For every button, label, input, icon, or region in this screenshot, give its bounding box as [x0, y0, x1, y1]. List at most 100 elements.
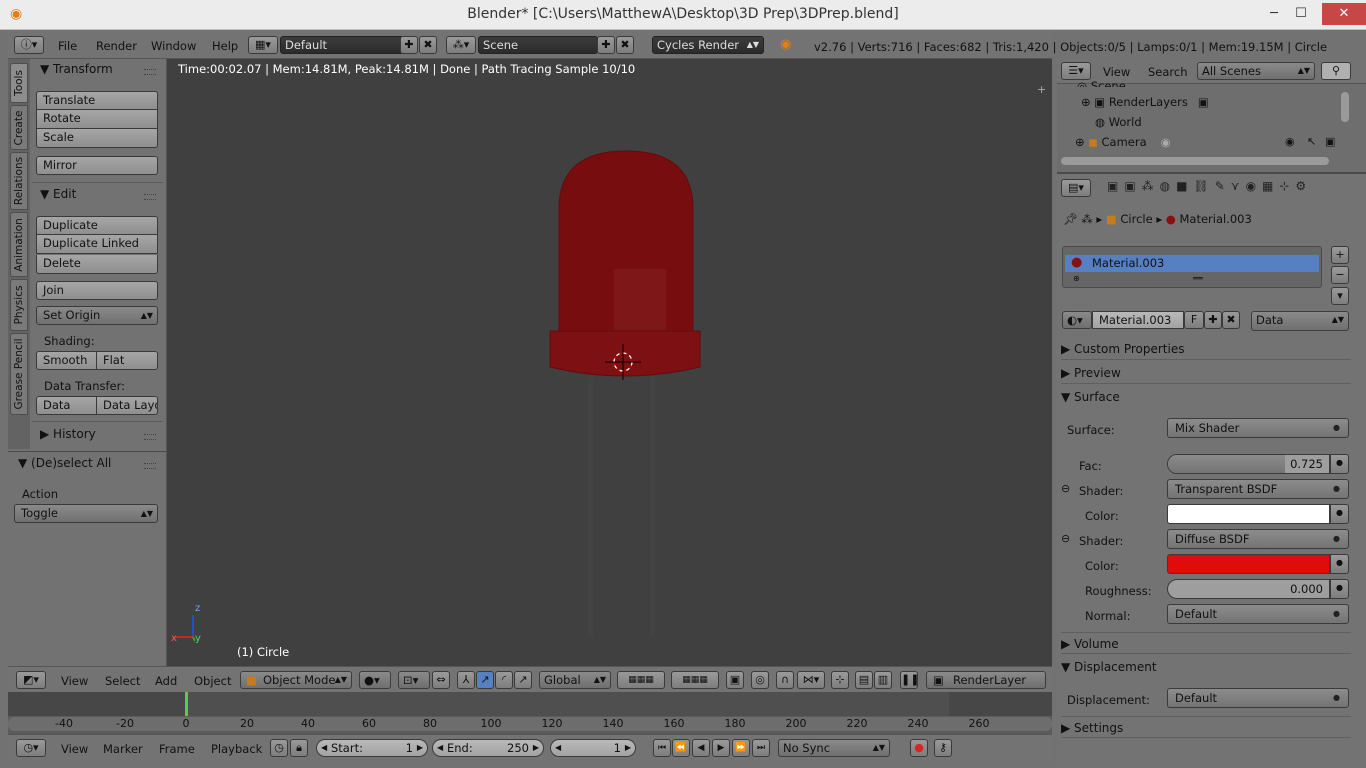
material-slot-row[interactable]: ● Material.003 [1065, 255, 1319, 272]
transform-orientation-dropdown[interactable]: Global ▲▼ [539, 671, 611, 689]
editor-type-button[interactable]: ☰▾ [1061, 62, 1091, 80]
delete-layout-button[interactable]: ✖ [419, 36, 437, 54]
scale-button[interactable]: Scale [36, 129, 158, 148]
current-frame-indicator[interactable] [185, 692, 188, 716]
set-origin-dropdown[interactable]: Set Origin ▲▼ [36, 306, 158, 325]
panel-grip[interactable] [144, 69, 156, 75]
menu-frame[interactable]: Frame [159, 742, 195, 756]
color1-link-button[interactable]: ● [1330, 504, 1349, 524]
list-resize-grip[interactable]: ══ [1193, 274, 1203, 283]
panel-grip[interactable] [144, 194, 156, 200]
visibility-eye-icon[interactable]: ◉ [1285, 135, 1295, 148]
screen-layout-field[interactable]: Default [280, 36, 404, 54]
flat-button[interactable]: Flat [97, 351, 158, 370]
outliner-horizontal-scrollbar[interactable] [1061, 157, 1329, 165]
data-transfer-button[interactable]: Data [36, 396, 97, 415]
tab-animation[interactable]: Animation [10, 212, 28, 277]
layer-lock-button[interactable]: ▣ [726, 671, 744, 689]
scene-layers-row2[interactable]: ▦▦▦ [671, 671, 719, 689]
surface-shader-dropdown[interactable]: Mix Shader ● [1167, 418, 1349, 438]
editor-type-button[interactable]: ◩▾ [16, 671, 46, 689]
new-material-button[interactable]: ✚ [1204, 311, 1222, 329]
outliner-row-scene[interactable]: ◎ Scene [1077, 79, 1126, 87]
manipulator-toggle[interactable]: ⇔ [432, 671, 450, 689]
selectability-cursor-icon[interactable]: ↖ [1307, 135, 1316, 148]
preview-panel-header[interactable]: ▶ Preview [1061, 362, 1351, 384]
menu-playback[interactable]: Playback [211, 742, 262, 756]
play-reverse-button[interactable]: ◀ [692, 739, 710, 757]
keying-set-button[interactable]: ⚷ [934, 739, 952, 757]
menu-marker[interactable]: Marker [103, 742, 143, 756]
remove-material-slot-button[interactable]: − [1331, 266, 1349, 284]
shader2-dropdown[interactable]: Diffuse BSDF ● [1167, 529, 1349, 549]
tab-relations[interactable]: Relations [10, 152, 28, 210]
displacement-panel-header[interactable]: ▼ Displacement [1061, 656, 1351, 678]
color1-swatch[interactable] [1167, 504, 1330, 524]
editor-type-button[interactable]: ◷▾ [16, 739, 46, 757]
frame-start-field[interactable]: ◀ Start: 1 ▶ [316, 739, 428, 757]
minimize-button[interactable]: ─ [1259, 3, 1289, 25]
render-engine-dropdown[interactable]: Cycles Render ▲▼ [652, 36, 764, 54]
scene-layers-row1[interactable]: ▦▦▦ [617, 671, 665, 689]
panel-grip[interactable] [144, 463, 156, 469]
browse-material-button[interactable]: ◐▾ [1062, 311, 1092, 329]
shader1-dropdown[interactable]: Transparent BSDF ● [1167, 479, 1349, 499]
material-name-field[interactable]: Material.003 [1092, 311, 1184, 329]
property-context-tabs[interactable]: ▣▣⁂◍■⛓✎⋎◉▦⊹⚙ [1107, 179, 1312, 193]
smooth-button[interactable]: Smooth [36, 351, 97, 370]
fake-user-button[interactable]: F [1184, 311, 1204, 329]
displacement-dropdown[interactable]: Default ● [1167, 688, 1349, 708]
pin-icon[interactable]: 📌︎ [1063, 212, 1081, 226]
info-editor-type-button[interactable]: ⓘ▾ [14, 36, 44, 54]
deselect-all-panel-header[interactable]: ▼ (De)select All [18, 456, 111, 470]
duplicate-button[interactable]: Duplicate [36, 216, 158, 235]
tab-physics[interactable]: Physics [10, 279, 28, 331]
frame-end-field[interactable]: ◀ End: 250 ▶ [432, 739, 544, 757]
edit-panel-header[interactable]: ▼ Edit [40, 187, 76, 201]
lock-range-button[interactable]: 🔒︎ [290, 739, 308, 757]
snap-element-dropdown[interactable]: ⋈▾ [797, 671, 825, 689]
editor-type-button[interactable]: ▤▾ [1061, 179, 1091, 197]
history-panel-header[interactable]: ▶ History [40, 427, 96, 441]
outliner-row-world[interactable]: ◍ World [1095, 115, 1142, 129]
rotate-manipulator-button[interactable]: ↗ [476, 671, 494, 689]
screen-layout-selector[interactable]: ▦▾ [248, 36, 278, 54]
menu-render[interactable]: Render [96, 39, 137, 53]
roughness-slider[interactable]: 0.000 [1167, 579, 1330, 599]
tab-tools[interactable]: Tools [10, 63, 28, 103]
maximize-button[interactable]: ☐ [1286, 3, 1316, 25]
join-button[interactable]: Join [36, 281, 158, 300]
opengl-render-button[interactable]: ▤ [855, 671, 873, 689]
auto-keying-button[interactable]: ● [910, 739, 928, 757]
mirror-button[interactable]: Mirror [36, 156, 158, 175]
jump-start-button[interactable]: ⏮ [653, 739, 671, 757]
material-link-dropdown[interactable]: Data ▲▼ [1251, 311, 1349, 331]
collapse-shader2-icon[interactable]: ⊖ [1061, 532, 1070, 545]
roughness-link-button[interactable]: ● [1330, 579, 1349, 599]
3d-viewport[interactable]: Time:00:02.07 | Mem:14.81M, Peak:14.81M … [167, 59, 1052, 666]
proportional-edit-button[interactable]: ◎ [751, 671, 769, 689]
outliner-display-dropdown[interactable]: All Scenes ▲▼ [1197, 62, 1315, 80]
duplicate-linked-button[interactable]: Duplicate Linked [36, 235, 158, 254]
scene-selector[interactable]: ⁂▾ [446, 36, 476, 54]
menu-help[interactable]: Help [212, 39, 238, 53]
jump-keyframe-forward-button[interactable]: ⏩ [732, 739, 750, 757]
outliner-row-renderlayers[interactable]: ⊕ ▣ RenderLayers ▣ [1081, 95, 1209, 109]
action-dropdown[interactable]: Toggle ▲▼ [14, 504, 158, 523]
translate-manipulator-button[interactable]: ⅄ [457, 671, 475, 689]
menu-object[interactable]: Object [194, 674, 231, 688]
timeline-area[interactable]: -40 -20 0 20 40 60 80 100 120 140 160 180 200 220 240 2… [8, 692, 1052, 734]
renderability-camera-icon[interactable]: ▣ [1325, 135, 1335, 148]
outliner-row-camera[interactable]: ⊕ ◼ Camera ◉ [1075, 135, 1171, 149]
interaction-mode-dropdown[interactable]: ■ Object Mode ▲▼ [240, 671, 352, 689]
menu-window[interactable]: Window [151, 39, 196, 53]
list-add-icon[interactable]: ⊕ [1073, 274, 1080, 283]
current-frame-field[interactable]: ◀ 1 ▶ [550, 739, 636, 757]
snap-target-button[interactable]: ⊹ [831, 671, 849, 689]
menu-file[interactable]: File [58, 39, 77, 53]
tab-create[interactable]: Create [10, 105, 28, 150]
render-layer-field[interactable]: ▣ RenderLayer [926, 671, 1046, 689]
surface-panel-header[interactable]: ▼ Surface [1061, 386, 1351, 408]
jump-end-button[interactable]: ⏭ [752, 739, 770, 757]
translate-button[interactable]: Translate [36, 91, 158, 110]
